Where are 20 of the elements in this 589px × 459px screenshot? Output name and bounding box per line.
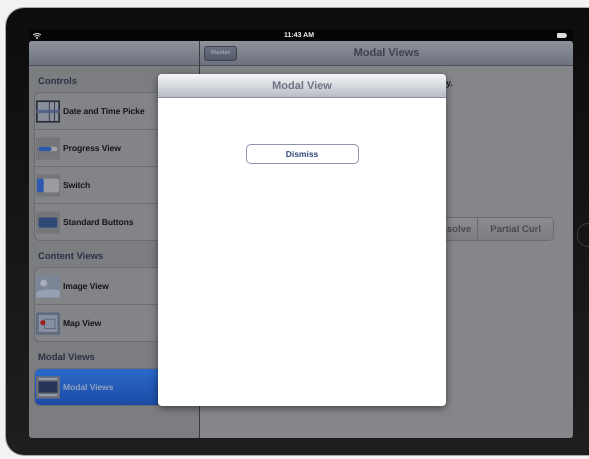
- section-header: Controls: [37, 75, 78, 89]
- list-item[interactable]: Standard Buttons: [35, 203, 158, 240]
- list-item[interactable]: Map View: [35, 304, 158, 341]
- home-button[interactable]: [577, 223, 589, 247]
- section-header: Modal Views: [37, 351, 96, 365]
- landscape-icon: [36, 274, 60, 298]
- description-text: y.: [446, 78, 453, 88]
- list-item[interactable]: Image View: [35, 268, 158, 304]
- list-item[interactable]: Progress View: [35, 129, 158, 166]
- navigation-title: Modal Views: [354, 47, 420, 59]
- dismiss-button[interactable]: Dismiss: [246, 144, 358, 164]
- modal-title: Modal View: [272, 80, 332, 92]
- list-item[interactable]: Modal Views: [35, 369, 158, 405]
- section-header: Content Views: [37, 250, 104, 264]
- picker-icon: [36, 100, 60, 122]
- map-icon: [36, 312, 60, 334]
- wifi-icon: [33, 32, 41, 38]
- list-item[interactable]: Switch: [35, 166, 158, 203]
- battery-icon: [557, 33, 567, 38]
- list-item[interactable]: Date and Time Picke: [35, 93, 158, 129]
